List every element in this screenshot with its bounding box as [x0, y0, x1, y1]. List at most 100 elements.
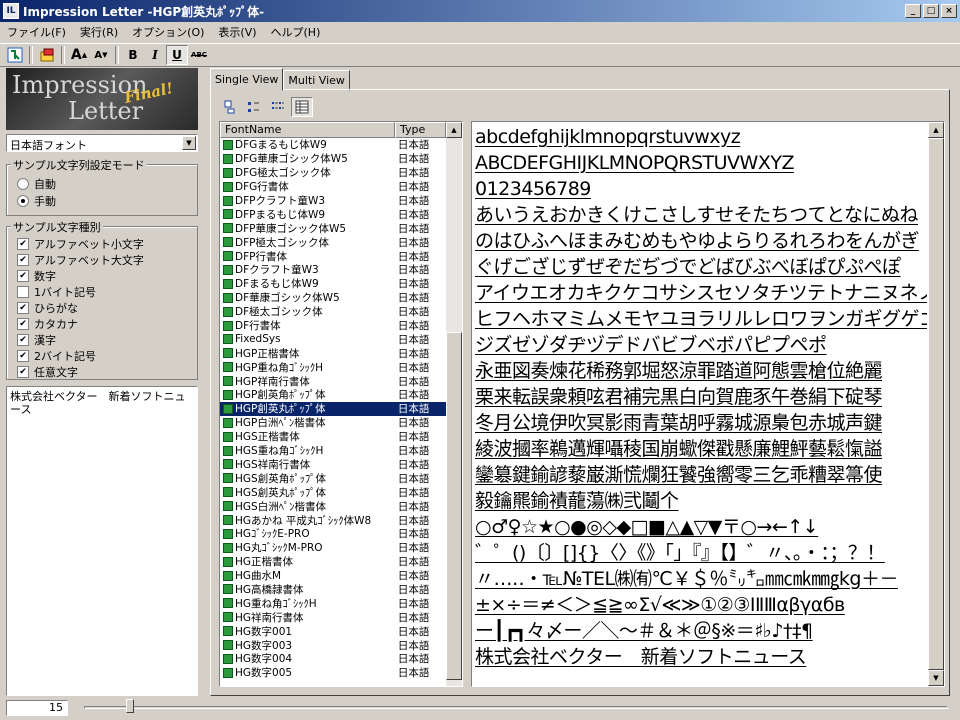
font-list-row[interactable]: DFまるもじ体W9 日本語 — [220, 277, 446, 291]
font-list-row[interactable]: HG数字001 日本語 — [220, 624, 446, 638]
font-list-row[interactable]: HG正楷書体 日本語 — [220, 555, 446, 569]
menu-run[interactable]: 実行(R) — [73, 24, 125, 40]
font-type: 日本語 — [397, 458, 430, 471]
font-list-row[interactable]: HGS正楷書体 日本語 — [220, 430, 446, 444]
check-1byte-symbols[interactable]: 1バイト記号 — [17, 284, 96, 300]
font-list-row[interactable]: HGP創英丸ﾎﾟｯﾌﾟ体 日本語 — [220, 401, 446, 416]
font-list-row[interactable]: HGS祥南行書体 日本語 — [220, 457, 446, 471]
italic-button[interactable]: I — [144, 45, 166, 65]
slider-thumb[interactable] — [126, 699, 134, 713]
preview-text: 0123456789 — [475, 178, 591, 200]
font-list-row[interactable]: HG丸ｺﾞｼｯｸM-PRO 日本語 — [220, 541, 446, 555]
toolbar-separator — [29, 46, 33, 64]
font-list-row[interactable]: HG曲水M 日本語 — [220, 569, 446, 583]
font-list-row[interactable]: HG重ね角ｺﾞｼｯｸH 日本語 — [220, 596, 446, 610]
preview-line: あいうえおかきくけこさしすせそたちつてとなにぬね — [475, 202, 927, 228]
tab-single-view[interactable]: Single View — [210, 68, 284, 91]
font-list-row[interactable]: DFG極太ゴシック体 日本語 — [220, 166, 446, 180]
menu-view[interactable]: 表示(V) — [211, 24, 263, 40]
font-name: HGS創英角ﾎﾟｯﾌﾟ体 — [235, 472, 326, 485]
font-list-row[interactable]: DF行書体 日本語 — [220, 319, 446, 333]
font-list-row[interactable]: HG数字004 日本語 — [220, 652, 446, 666]
radio-auto[interactable]: 自動 — [17, 176, 56, 192]
preview-line: 永亜図奏煉花稀務郭堀怒涼罪踏道阿態雲槍位絶麗 — [475, 358, 927, 384]
chevron-down-icon[interactable]: ▼ — [182, 136, 196, 150]
font-list-row[interactable]: HGP重ね角ｺﾞｼｯｸH 日本語 — [220, 360, 446, 374]
enlarge-font-button[interactable]: A ▲ — [68, 45, 90, 65]
app-icon[interactable]: IL — [3, 3, 19, 19]
small-icons-view-icon[interactable] — [243, 97, 265, 117]
check-hiragana[interactable]: ✔ ひらがな — [17, 300, 78, 316]
font-list[interactable]: FontName Type DFGまるもじ体W9 日本語 DFG華康ゴシック体W5 日… — [219, 121, 463, 687]
font-list-row[interactable]: HG高橋隷書体 日本語 — [220, 583, 446, 597]
font-list-row[interactable]: HGｺﾞｼｯｸE-PRO 日本語 — [220, 527, 446, 541]
scroll-down-button[interactable]: ▼ — [928, 670, 944, 686]
font-list-row[interactable]: HGあかね 平成丸ｺﾞｼｯｸ体W8 日本語 — [220, 513, 446, 527]
font-list-row[interactable]: HGS白洲ﾍﾟﾝ楷書体 日本語 — [220, 499, 446, 513]
column-header-fontname[interactable]: FontName — [220, 122, 395, 138]
font-list-row[interactable]: HGS重ね角ｺﾞｼｯｸH 日本語 — [220, 444, 446, 458]
scroll-thumb[interactable] — [928, 138, 944, 670]
custom-text-input[interactable]: 株式会社ベクター 新着ソフトニュース — [6, 386, 198, 696]
window-title: Impression Letter -HGP創英丸ﾎﾟｯﾌﾟ体- — [23, 4, 265, 19]
scroll-up-button[interactable]: ▲ — [928, 122, 944, 138]
font-list-row[interactable]: HGP創英角ﾎﾟｯﾌﾟ体 日本語 — [220, 388, 446, 402]
font-list-row[interactable]: DFクラフト童W3 日本語 — [220, 263, 446, 277]
check-2byte-symbols[interactable]: ✔ 2バイト記号 — [17, 348, 96, 364]
menu-help[interactable]: ヘルプ(H) — [264, 24, 328, 40]
font-list-row[interactable]: DFP行書体 日本語 — [220, 249, 446, 263]
font-list-row[interactable]: HGP祥南行書体 日本語 — [220, 374, 446, 388]
check-uppercase[interactable]: ✔ アルファベット大文字 — [17, 252, 144, 268]
font-list-row[interactable]: DFG行書体 日本語 — [220, 180, 446, 194]
font-file-icon — [223, 487, 233, 498]
large-icons-view-icon[interactable] — [219, 97, 241, 117]
bold-button[interactable]: B — [122, 45, 144, 65]
check-digits[interactable]: ✔ 数字 — [17, 268, 56, 284]
check-kanji[interactable]: ✔ 漢字 — [17, 332, 56, 348]
check-lowercase[interactable]: ✔ アルファベット小文字 — [17, 236, 144, 252]
scroll-thumb[interactable] — [446, 332, 462, 680]
preview-text: ゛゜()〔〕[]{}〈〉《》「」『』【】゛〃、。・：；？！ — [475, 542, 885, 564]
radio-manual[interactable]: 手動 — [17, 193, 56, 209]
preview-scrollbar[interactable]: ▲ ▼ — [928, 122, 944, 686]
font-list-row[interactable]: DFP華康ゴシック体W5 日本語 — [220, 221, 446, 235]
check-katakana[interactable]: ✔ カタカナ — [17, 316, 78, 332]
menu-file[interactable]: ファイル(F) — [0, 24, 73, 40]
column-header-type[interactable]: Type — [395, 122, 446, 138]
font-list-row[interactable]: DFGまるもじ体W9 日本語 — [220, 138, 446, 152]
font-file-icon — [223, 320, 233, 331]
scroll-up-button[interactable]: ▲ — [446, 122, 462, 138]
font-list-row[interactable]: HG数字003 日本語 — [220, 638, 446, 652]
font-list-row[interactable]: HGP正楷書体 日本語 — [220, 346, 446, 360]
font-list-row[interactable]: DF華康ゴシック体W5 日本語 — [220, 291, 446, 305]
underline-button[interactable]: U — [166, 45, 188, 65]
minimize-button[interactable]: _ — [905, 4, 921, 18]
maximize-button[interactable]: □ — [923, 4, 939, 18]
font-list-row[interactable]: DFG華康ゴシック体W5 日本語 — [220, 152, 446, 166]
font-size-slider[interactable] — [84, 706, 948, 709]
font-list-row[interactable]: HGS創英丸ﾎﾟｯﾌﾟ体 日本語 — [220, 485, 446, 499]
strikethrough-button[interactable]: ABC — [188, 45, 210, 65]
shrink-font-button[interactable]: A ▼ — [90, 45, 112, 65]
font-category-select[interactable]: 日本語フォント ▼ — [6, 134, 198, 152]
font-list-row[interactable]: HGS創英角ﾎﾟｯﾌﾟ体 日本語 — [220, 471, 446, 485]
tab-multi-view[interactable]: Multi View — [283, 70, 350, 91]
font-list-row[interactable]: DFPクラフト童W3 日本語 — [220, 194, 446, 208]
font-list-row[interactable]: DFPまるもじ体W9 日本語 — [220, 207, 446, 221]
font-list-row[interactable]: DF極太ゴシック体 日本語 — [220, 305, 446, 319]
font-list-row[interactable]: FixedSys 日本語 — [220, 332, 446, 346]
font-list-row[interactable]: HG数字005 日本語 — [220, 666, 446, 680]
run-icon[interactable] — [4, 45, 26, 65]
font-type: 日本語 — [397, 542, 430, 555]
check-custom-text[interactable]: ✔ 任意文字 — [17, 364, 78, 380]
font-list-row[interactable]: DFP極太ゴシック体 日本語 — [220, 235, 446, 249]
close-button[interactable]: × — [941, 4, 957, 18]
menu-options[interactable]: オプション(O) — [125, 24, 211, 40]
font-size-field[interactable]: 15 — [6, 700, 68, 716]
details-view-icon[interactable] — [291, 97, 313, 117]
font-list-row[interactable]: HGP白洲ﾍﾟﾝ楷書体 日本語 — [220, 416, 446, 430]
list-view-icon[interactable] — [267, 97, 289, 117]
font-list-scrollbar[interactable]: ▲ — [446, 122, 462, 686]
font-list-row[interactable]: HG祥南行書体 日本語 — [220, 610, 446, 624]
font-dialog-icon[interactable] — [36, 45, 58, 65]
